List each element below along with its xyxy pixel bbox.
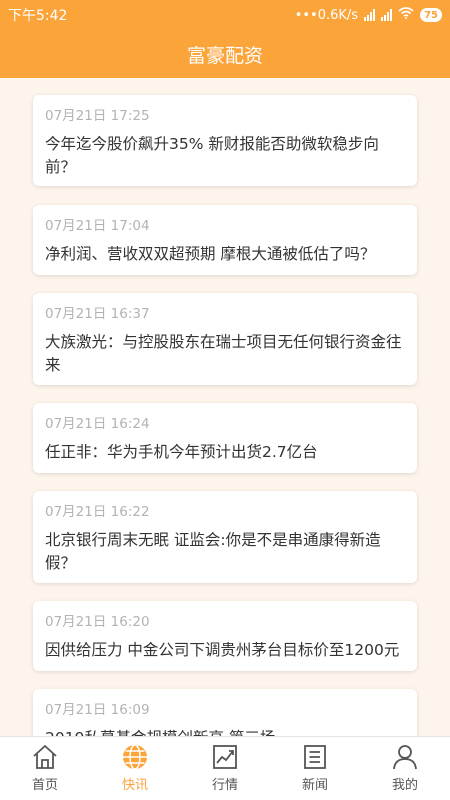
news-icon xyxy=(304,745,326,769)
news-headline: 任正非：华为手机今年预计出货2.7亿台 xyxy=(45,443,318,461)
status-time: 下午5:42 xyxy=(8,8,68,24)
news-card[interactable]: 07月21日 16:22 北京银行周末无眠 证监会:你是不是串通康得新造假？ xyxy=(33,491,417,583)
tab-label: 快讯 xyxy=(121,778,148,793)
news-time: 07月21日 16:37 xyxy=(45,306,150,322)
news-feed[interactable]: 07月21日 17:25 今年迄今股价飙升35% 新财报能否助微软稳步向前？ 0… xyxy=(0,78,450,736)
news-card[interactable]: 07月21日 16:24 任正非：华为手机今年预计出货2.7亿台 xyxy=(33,403,417,473)
news-card[interactable]: 07月21日 17:04 净利润、营收双双超预期 摩根大通被低估了吗？ xyxy=(33,205,417,275)
news-headline: 北京银行周末无眠 证监会:你是不是串通康得新造假？ xyxy=(45,531,381,572)
home-icon xyxy=(33,745,57,769)
news-headline: 大族激光：与控股股东在瑞士项目无任何银行资金往来 xyxy=(45,333,402,374)
status-indicators: •••0.6K/s 75 xyxy=(295,7,442,23)
tab-label: 行情 xyxy=(211,778,238,793)
news-headline: 净利润、营收双双超预期 摩根大通被低估了吗？ xyxy=(45,245,376,263)
chart-icon xyxy=(213,745,237,769)
tab-label: 我的 xyxy=(391,778,418,793)
news-time: 07月21日 16:24 xyxy=(45,416,150,432)
tab-label: 新闻 xyxy=(301,778,328,793)
news-headline: 今年迄今股价飙升35% 新财报能否助微软稳步向前？ xyxy=(45,135,379,176)
news-headline: 因供给压力 中金公司下调贵州茅台目标价至1200元 xyxy=(45,641,400,659)
news-card[interactable]: 07月21日 17:25 今年迄今股价飙升35% 新财报能否助微软稳步向前？ xyxy=(33,95,417,186)
news-card[interactable]: 07月21日 16:20 因供给压力 中金公司下调贵州茅台目标价至1200元 xyxy=(33,601,417,671)
news-card[interactable]: 07月21日 16:37 大族激光：与控股股东在瑞士项目无任何银行资金往来 xyxy=(33,293,417,385)
app-header: 下午5:42 •••0.6K/s 75 富豪配资 xyxy=(0,0,450,78)
news-time: 07月21日 17:25 xyxy=(45,108,150,124)
tab-market[interactable]: 行情 xyxy=(180,737,270,800)
news-time: 07月21日 16:09 xyxy=(45,702,150,718)
news-time: 07月21日 16:22 xyxy=(45,504,150,520)
page-title: 富豪配资 xyxy=(186,44,263,67)
news-card[interactable]: 07月21日 16:09 2019私募基金规模创新高 第三场... xyxy=(33,689,417,736)
tab-news[interactable]: 新闻 xyxy=(270,737,360,800)
tab-label: 首页 xyxy=(31,778,58,793)
bottom-tab-bar: 首页 快讯 行情 新闻 我的 xyxy=(0,736,450,800)
signal-icon xyxy=(364,9,376,21)
network-speed: •••0.6K/s xyxy=(294,7,359,23)
news-headline: 2019私募基金规模创新高 第三场... xyxy=(45,727,403,736)
news-time: 07月21日 16:20 xyxy=(45,614,150,630)
wifi-icon xyxy=(398,7,414,23)
user-icon xyxy=(393,745,417,770)
tab-profile[interactable]: 我的 xyxy=(360,737,450,800)
battery-icon: 75 xyxy=(420,8,442,22)
tab-home[interactable]: 首页 xyxy=(0,737,90,800)
signal-icon xyxy=(381,9,393,21)
tab-flash-news[interactable]: 快讯 xyxy=(90,737,180,800)
status-bar: 下午5:42 •••0.6K/s 75 xyxy=(0,0,450,30)
news-time: 07月21日 17:04 xyxy=(45,218,150,234)
globe-icon xyxy=(123,744,147,770)
